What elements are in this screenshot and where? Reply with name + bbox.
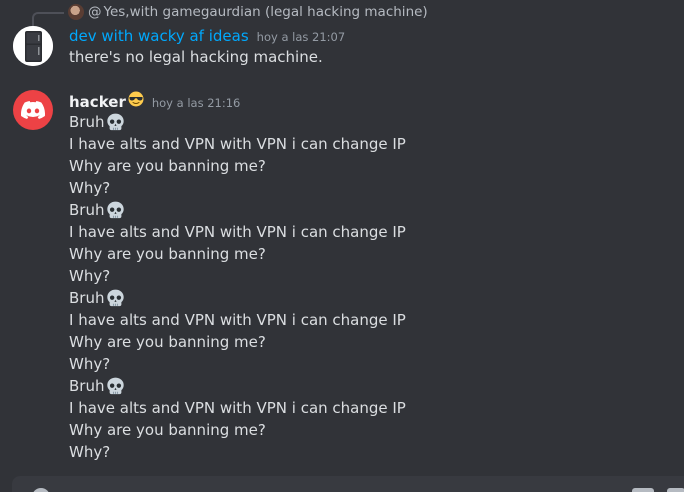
message-line: I have alts and VPN with VPN i can chang… bbox=[69, 223, 406, 241]
hacker-avatar[interactable] bbox=[13, 90, 53, 130]
dev-avatar[interactable] bbox=[13, 26, 53, 66]
reply-preview[interactable]: @ Yes,with gamegaurdian (legal hacking m… bbox=[68, 3, 428, 21]
message-line: Why are you banning me? bbox=[69, 245, 266, 263]
message-line-bruh: Bruh bbox=[69, 375, 406, 397]
message-line: I have alts and VPN with VPN i can chang… bbox=[69, 135, 406, 153]
message-line: Why? bbox=[69, 179, 111, 197]
message-line: Why are you banning me? bbox=[69, 421, 266, 439]
skull-emoji-icon bbox=[107, 201, 125, 218]
sunglasses-emoji-icon bbox=[128, 91, 144, 107]
sticker-icon[interactable] bbox=[667, 488, 684, 492]
hacker-message-content: Bruh I have alts and VPN with VPN i can … bbox=[69, 111, 406, 463]
dev-username[interactable]: dev with wacky af ideas bbox=[69, 27, 249, 45]
reply-text: Yes,with gamegaurdian (legal hacking mac… bbox=[103, 4, 428, 20]
dev-message-header: dev with wacky af ideas hoy a las 21:07 bbox=[69, 27, 345, 45]
bruh-text: Bruh bbox=[69, 201, 105, 219]
message-line: Why? bbox=[69, 443, 111, 461]
skull-emoji-icon bbox=[107, 289, 125, 306]
message-line: Why are you banning me? bbox=[69, 333, 266, 351]
message-line: I have alts and VPN with VPN i can chang… bbox=[69, 311, 406, 329]
discord-logo-icon bbox=[21, 101, 45, 119]
message-line: Why? bbox=[69, 355, 111, 373]
skull-emoji-icon bbox=[107, 377, 125, 394]
bruh-text: Bruh bbox=[69, 289, 105, 307]
hacker-timestamp[interactable]: hoy a las 21:16 bbox=[152, 96, 241, 110]
dev-message-content: there's no legal hacking machine. bbox=[69, 46, 323, 68]
chat-area: @ Yes,with gamegaurdian (legal hacking m… bbox=[0, 0, 684, 492]
message-line-bruh: Bruh bbox=[69, 287, 406, 309]
message-line: there's no legal hacking machine. bbox=[69, 48, 323, 66]
message-line: Why are you banning me? bbox=[69, 157, 266, 175]
message-composer[interactable] bbox=[12, 476, 684, 492]
skull-emoji-icon bbox=[107, 113, 125, 130]
reply-mention-symbol: @ bbox=[88, 4, 102, 20]
hacker-message-header: hacker hoy a las 21:16 bbox=[69, 91, 240, 111]
fridge-avatar-icon bbox=[13, 26, 53, 66]
message-line-bruh: Bruh bbox=[69, 111, 406, 133]
reply-user-avatar-icon bbox=[68, 4, 84, 20]
dev-timestamp[interactable]: hoy a las 21:07 bbox=[257, 30, 346, 44]
hacker-username[interactable]: hacker bbox=[69, 93, 126, 111]
bruh-text: Bruh bbox=[69, 113, 105, 131]
message-line: I have alts and VPN with VPN i can chang… bbox=[69, 399, 406, 417]
bruh-text: Bruh bbox=[69, 377, 105, 395]
add-attachment-icon[interactable] bbox=[32, 488, 50, 492]
message-line: Why? bbox=[69, 267, 111, 285]
reply-connector-line bbox=[32, 12, 64, 26]
message-line-bruh: Bruh bbox=[69, 199, 406, 221]
gif-icon[interactable] bbox=[632, 488, 654, 492]
